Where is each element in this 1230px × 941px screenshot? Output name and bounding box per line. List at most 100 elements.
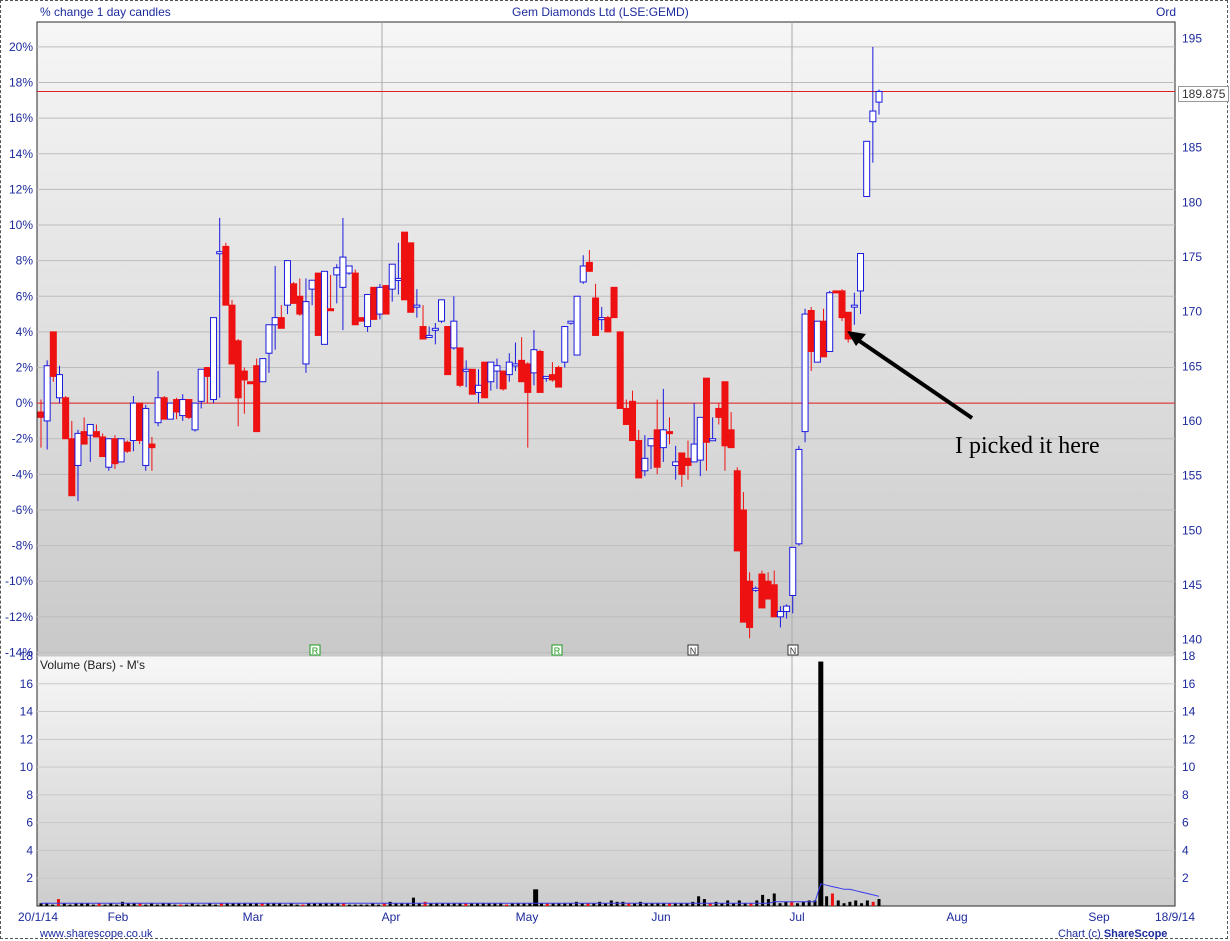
volume-bar: [691, 901, 695, 906]
volume-bar: [772, 893, 776, 906]
volume-bar: [784, 901, 788, 906]
candle-body: [222, 245, 230, 306]
candle: [616, 331, 624, 409]
candle-body: [173, 399, 181, 413]
volume-bar: [854, 900, 858, 906]
candle: [401, 231, 409, 301]
x-axis-label: Jun: [651, 910, 670, 924]
volume-bar: [830, 893, 834, 906]
volume-right-tick-label: 12: [1182, 732, 1196, 746]
candle-body: [55, 374, 63, 399]
volume-bar: [120, 901, 124, 906]
footer-site-link[interactable]: www.sharescope.co.uk: [40, 928, 153, 940]
candle-body: [666, 431, 673, 435]
candle-body: [382, 285, 390, 315]
candle-body: [166, 402, 174, 420]
candle: [123, 440, 131, 453]
candle-body: [419, 326, 427, 340]
candle-body: [253, 365, 261, 433]
volume-right-tick-label: 14: [1182, 705, 1196, 719]
candle-body: [210, 317, 218, 401]
candle-body: [296, 295, 304, 315]
candle-body: [320, 270, 328, 345]
candle-body: [185, 399, 193, 418]
candle: [253, 358, 261, 433]
volume-bar: [214, 904, 218, 906]
candle-body: [869, 110, 877, 123]
volume-panel-title: Volume (Bars) - M's: [40, 658, 145, 672]
right-axis-tick-label: 145: [1182, 578, 1202, 592]
candle-body: [234, 340, 242, 399]
candle: [863, 140, 871, 198]
right-axis-tick-label: 155: [1182, 469, 1202, 483]
candle-body: [801, 313, 809, 433]
right-axis-tick-label: 185: [1182, 141, 1202, 155]
candle: [382, 285, 390, 315]
volume-bar: [423, 901, 427, 906]
candle-body: [376, 286, 384, 315]
candle: [370, 286, 378, 320]
share-class-label: Ord: [1156, 5, 1177, 19]
volume-bar: [877, 899, 881, 906]
volume-left-tick-label: 2: [26, 871, 33, 885]
candle-body: [684, 457, 692, 466]
right-axis-tick-label: 150: [1182, 523, 1202, 537]
volume-right-tick-label: 4: [1182, 843, 1189, 857]
volume-bar: [702, 899, 706, 906]
volume-bar: [621, 901, 625, 906]
candle-body: [431, 327, 439, 331]
candle-body: [813, 320, 821, 363]
candle-body: [86, 423, 94, 436]
candle-body: [795, 448, 803, 545]
left-axis-tick-label: -4%: [12, 467, 34, 481]
volume-bar: [179, 904, 183, 906]
right-axis-tick-label: 165: [1182, 359, 1202, 373]
candle-body: [739, 509, 747, 623]
volume-right-tick-label: 16: [1182, 677, 1196, 691]
candle-body: [555, 366, 563, 388]
candle-body: [850, 304, 858, 308]
candle-body: [117, 438, 125, 463]
candle-body: [585, 261, 593, 272]
candle: [99, 433, 107, 458]
candle: [49, 331, 57, 382]
volume-bar: [202, 904, 206, 906]
candle: [844, 311, 852, 343]
left-axis-tick-label: 2%: [16, 360, 34, 374]
candle-body: [191, 402, 199, 431]
right-axis-tick-label: 180: [1182, 195, 1202, 209]
volume-bar: [184, 904, 188, 906]
volume-left-tick-label: 18: [20, 649, 34, 663]
candle-body: [277, 317, 285, 329]
candle-body: [653, 429, 661, 468]
volume-right-tick-label: 18: [1182, 649, 1196, 663]
candle: [259, 358, 267, 383]
x-axis-label: Apr: [382, 910, 401, 924]
candle-body: [136, 402, 144, 442]
candle-body: [327, 308, 335, 312]
candle: [733, 467, 741, 552]
candle: [357, 317, 365, 322]
candle-body: [592, 297, 600, 336]
candle-body: [271, 317, 279, 326]
candle-body: [875, 90, 883, 103]
candle-body: [92, 431, 100, 438]
candle-body: [567, 320, 575, 324]
candle-body: [68, 438, 76, 497]
candle-body: [561, 326, 569, 363]
candle-body: [659, 429, 667, 449]
volume-left-tick-label: 10: [20, 760, 34, 774]
event-marker-label: N: [790, 646, 797, 656]
volume-bar: [761, 894, 765, 906]
candle-body: [481, 361, 489, 399]
candle-body: [524, 363, 532, 393]
candle-body: [444, 326, 452, 376]
candle-body: [62, 397, 70, 440]
price-panel-background: [36, 21, 1176, 657]
candle-body: [302, 301, 310, 365]
candle: [838, 289, 846, 322]
right-axis-tick-label: 195: [1182, 31, 1202, 45]
right-axis-tick-label: 160: [1182, 414, 1202, 428]
candle-body: [505, 361, 513, 376]
candle-body: [314, 272, 322, 336]
